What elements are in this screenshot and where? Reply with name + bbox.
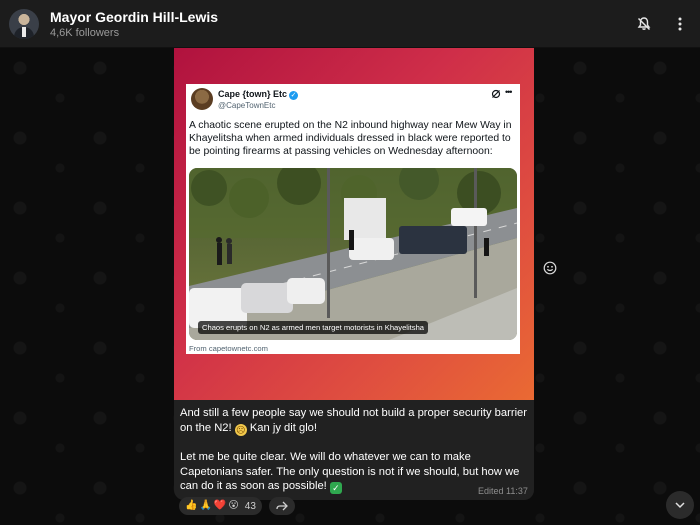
grok-glyph-icon: [491, 89, 501, 99]
heart-icon: ❤️: [213, 500, 227, 511]
highway-scene-image: [189, 168, 517, 340]
telegram-window: Mayor Geordin Hill-Lewis 4,6K followers …: [0, 0, 700, 525]
more-menu-button[interactable]: [670, 14, 690, 34]
message-bubble[interactable]: Cape {town} Etc ✓ @CapeTownEtc ••• A chao…: [174, 48, 534, 500]
message-timestamp: Edited 11:37: [478, 486, 528, 496]
scroll-to-bottom-button[interactable]: [666, 491, 694, 519]
verified-badge-icon: ✓: [289, 91, 299, 100]
reactions-bar: 👍 🙏 ❤️ 😮 43: [179, 497, 295, 515]
check-mark-emoji-icon: ✓: [329, 482, 342, 495]
bell-off-icon: [637, 17, 651, 31]
thumbs-up-icon: 👍: [185, 500, 198, 511]
message-paragraph-2-text: Let me be quite clear. We will do whatev…: [180, 451, 520, 493]
tweet-screenshot: Cape {town} Etc ✓ @CapeTownEtc ••• A chao…: [186, 84, 520, 354]
chevron-down-icon: [675, 502, 685, 509]
message-paragraph-1: And still a few people say we should not…: [180, 406, 530, 436]
tweet-source: From capetownetc.com: [189, 344, 268, 353]
message-media[interactable]: Cape {town} Etc ✓ @CapeTownEtc ••• A chao…: [174, 48, 534, 400]
tweet-text: A chaotic scene erupted on the N2 inboun…: [189, 120, 512, 158]
grok-icon: [491, 89, 501, 99]
message-paragraph-1-text: And still a few people say we should not…: [180, 407, 527, 434]
reaction-count: 43: [244, 500, 256, 512]
channel-header[interactable]: Mayor Geordin Hill-Lewis 4,6K followers: [0, 0, 700, 48]
message-paragraph-1-tail: Kan jy dit glo!: [246, 421, 318, 434]
tweet-more-icon: •••: [505, 87, 513, 97]
praying-hands-icon: 🙏: [199, 500, 212, 511]
subscriber-count: 4,6K followers: [50, 27, 120, 39]
surprised-face-icon: 😮: [228, 500, 239, 511]
channel-title[interactable]: Mayor Geordin Hill-Lewis: [50, 9, 218, 25]
forward-button[interactable]: [268, 497, 295, 515]
facepalm-emoji-icon: ☹: [234, 423, 247, 436]
tweet-author-avatar: [191, 88, 213, 110]
tweet-author-name: Cape {town} Etc ✓: [218, 89, 299, 100]
tweet-author-name-text: Cape {town} Etc: [218, 89, 288, 99]
tweet-author-handle: @CapeTownEtc: [218, 101, 276, 110]
avatar-shirt: [22, 27, 26, 37]
tweet-image-caption: Chaos erupts on N2 as armed men target m…: [198, 321, 429, 334]
add-reaction-button[interactable]: [543, 261, 557, 275]
channel-avatar[interactable]: [9, 9, 39, 39]
tweet-photo: Chaos erupts on N2 as armed men target m…: [189, 168, 517, 340]
reactions-pill[interactable]: 👍 🙏 ❤️ 😮 43: [179, 497, 262, 515]
smiley-icon: [543, 261, 557, 275]
more-vertical-icon: [678, 17, 682, 31]
forward-arrow-icon: [276, 501, 288, 511]
mute-button[interactable]: [634, 14, 654, 34]
